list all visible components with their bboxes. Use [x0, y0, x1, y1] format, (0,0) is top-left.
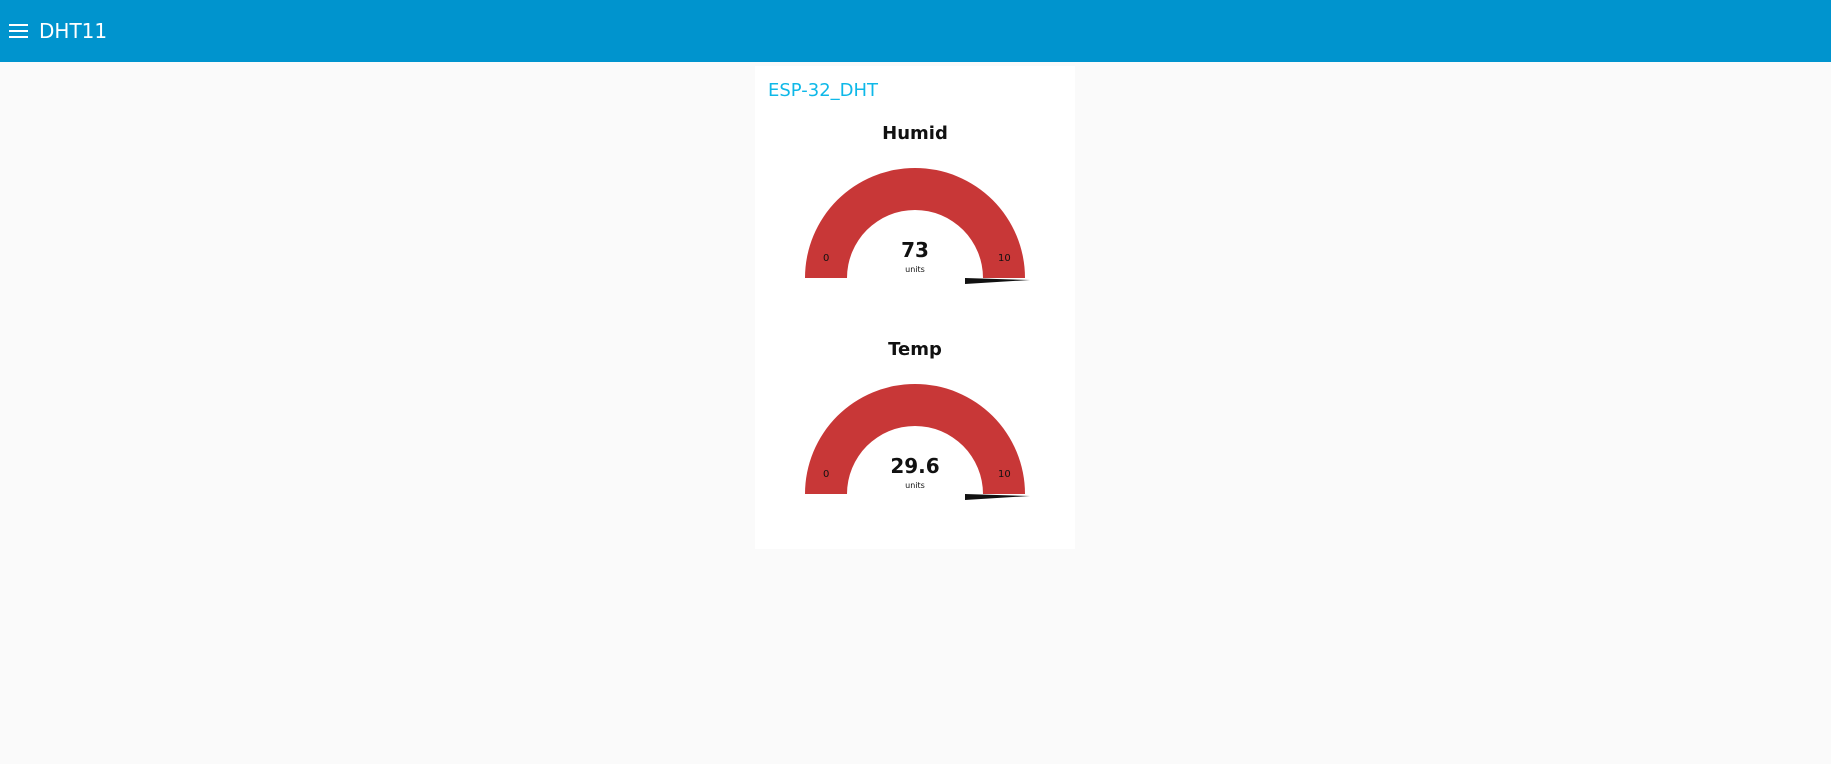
gauge-max-label: 10 [998, 469, 1011, 480]
group-title: ESP-32_DHT [768, 80, 879, 101]
menu-icon[interactable] [9, 22, 29, 40]
group-card: ESP-32_DHT Humid 73 units 0 10 Temp 29.6… [755, 66, 1075, 549]
gauge-needle-icon [965, 278, 1030, 284]
gauge-temp: Temp 29.6 units 0 10 [755, 338, 1075, 538]
page-title: DHT11 [39, 19, 108, 43]
top-toolbar: DHT11 [0, 0, 1831, 62]
gauge-min-label: 0 [823, 253, 830, 264]
gauge-value: 29.6 [890, 454, 940, 478]
gauge-units: units [905, 265, 925, 274]
gauge-min-label: 0 [823, 469, 830, 480]
gauge-humid: Humid 73 units 0 10 [755, 122, 1075, 322]
gauge-units: units [905, 481, 925, 490]
gauge-arc [805, 383, 1030, 500]
gauge-max-label: 10 [998, 253, 1011, 264]
gauge-needle-icon [965, 494, 1030, 500]
gauge-arc [805, 167, 1030, 284]
gauge-value: 73 [901, 238, 929, 262]
